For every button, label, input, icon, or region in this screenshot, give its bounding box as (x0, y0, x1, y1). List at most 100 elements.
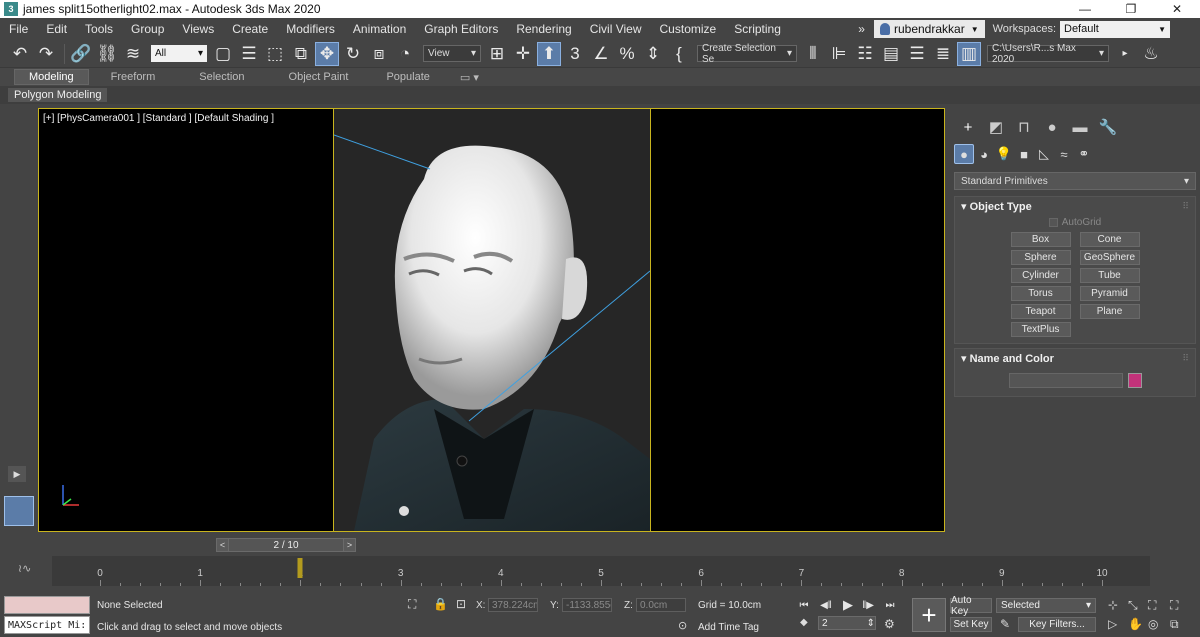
pivot-center-icon[interactable]: ⊞ (485, 42, 509, 66)
maxscript-mini-listener[interactable]: MAXScript Mi: (4, 616, 90, 634)
menu-edit[interactable]: Edit (37, 18, 76, 40)
absolute-mode-icon[interactable]: ⊡ (456, 597, 466, 611)
box-button[interactable]: Box (1010, 232, 1071, 247)
time-slider-next-icon[interactable]: > (343, 538, 356, 552)
time-tag-icon[interactable]: ⊙ (678, 619, 687, 632)
menu-customize[interactable]: Customize (651, 18, 726, 40)
zoom-all-icon[interactable]: ⤡ (1128, 598, 1138, 613)
maxscript-listener-output[interactable] (4, 596, 90, 614)
menu-animation[interactable]: Animation (344, 18, 415, 40)
zoom-extents-icon[interactable]: ⛶ (1148, 598, 1156, 613)
geosphere-button[interactable]: GeoSphere (1079, 250, 1140, 265)
key-mode-select[interactable]: Selected ▾ (996, 598, 1096, 613)
next-frame-icon[interactable]: ‖▶ (860, 598, 876, 612)
ribbon-tab-modeling[interactable]: Modeling (14, 69, 89, 85)
key-filter-icon[interactable]: ✎ (1000, 617, 1010, 631)
geometry-icon[interactable]: ● (954, 144, 974, 164)
teapot-render-icon[interactable]: ♨ (1139, 42, 1163, 66)
select-by-name-icon[interactable]: ☰ (237, 42, 261, 66)
name-and-color-header[interactable]: ▾ Name and Color ⠿ (955, 349, 1195, 367)
key-mode-toggle-icon[interactable]: ◆ (800, 617, 808, 628)
pan-view-icon[interactable]: ✋ (1128, 617, 1143, 631)
selection-lock-icon[interactable]: 🔒 (433, 597, 448, 611)
pyramid-button[interactable]: Pyramid (1079, 286, 1140, 301)
viewport-label[interactable]: [+] [PhysCamera001 ] [Standard ] [Defaul… (43, 113, 274, 124)
maximize-viewport-icon[interactable]: ⧉ (1170, 617, 1179, 632)
track-bar[interactable]: 012345678910 (52, 556, 1150, 586)
mirror-icon[interactable]: ⫴ (801, 42, 825, 66)
close-icon[interactable]: ✕ (1154, 0, 1200, 18)
create-tab-icon[interactable]: + (954, 116, 982, 138)
select-manipulate-icon[interactable]: ✛ (511, 42, 535, 66)
display-tab-icon[interactable]: ▬ (1066, 116, 1094, 138)
shapes-icon[interactable]: ◕ (974, 144, 994, 164)
menu-rendering[interactable]: Rendering (507, 18, 580, 40)
workspace-select[interactable]: Default ▼ (1060, 20, 1170, 38)
keyboard-shortcut-override-icon[interactable]: ⬆ (537, 41, 561, 66)
project-path-select[interactable]: C:\Users\R...s Max 2020 ▾ (987, 43, 1109, 65)
go-to-start-icon[interactable]: ⏮ (796, 598, 812, 612)
angle-snap-icon[interactable]: ∠ (589, 42, 613, 66)
ribbon-toggle-icon[interactable]: ☰ (905, 42, 929, 66)
menu-overflow-icon[interactable]: » (849, 18, 874, 40)
expand-layout-icon[interactable]: ▶ (8, 466, 26, 482)
z-coordinate-field[interactable]: 0.0cm (636, 598, 686, 612)
object-type-header[interactable]: ▾ Object Type ⠿ (955, 197, 1195, 215)
teapot-button[interactable]: Teapot (1010, 304, 1071, 319)
align-icon[interactable]: ⊫ (827, 42, 851, 66)
menu-modifiers[interactable]: Modifiers (277, 18, 344, 40)
select-and-scale-icon[interactable]: ⧈ (367, 42, 391, 66)
textplus-button[interactable]: TextPlus (1010, 322, 1071, 337)
edit-named-selection-icon[interactable]: { (667, 42, 691, 66)
ribbon-options-icon[interactable]: ▭ ▾ (446, 69, 493, 85)
utilities-tab-icon[interactable]: 🔧 (1094, 116, 1122, 138)
select-and-move-icon[interactable]: ✥ (315, 41, 339, 66)
menu-graph-editors[interactable]: Graph Editors (415, 18, 507, 40)
set-key-button[interactable]: Set Key (950, 617, 992, 632)
primitive-category-select[interactable]: Standard Primitives ▾ (954, 172, 1196, 190)
motion-tab-icon[interactable]: ● (1038, 116, 1066, 138)
toolbar-overflow-icon[interactable]: ▸ (1113, 42, 1137, 66)
field-of-view-icon[interactable]: ▷ (1108, 617, 1117, 631)
key-filters-button[interactable]: Key Filters... (1018, 617, 1096, 632)
curve-editor-icon[interactable]: ≀∿ (18, 562, 31, 575)
minimize-icon[interactable]: — (1062, 0, 1108, 18)
project-folder-icon[interactable]: ▥ (957, 41, 981, 66)
time-slider-prev-icon[interactable]: < (216, 538, 229, 552)
restore-icon[interactable]: ❐ (1108, 0, 1154, 18)
menu-tools[interactable]: Tools (76, 18, 122, 40)
menu-file[interactable]: File (0, 18, 37, 40)
unlink-icon[interactable]: ⛓ (95, 42, 119, 66)
zoom-extents-all-icon[interactable]: ⛶ (1170, 598, 1178, 613)
select-and-rotate-icon[interactable]: ↻ (341, 42, 365, 66)
menu-civil-view[interactable]: Civil View (581, 18, 651, 40)
select-and-place-icon[interactable]: ◔ (393, 42, 417, 66)
camera-viewport[interactable]: [+] [PhysCamera001 ] [Standard ] [Defaul… (38, 108, 945, 532)
time-configuration-icon[interactable]: ⚙ (884, 617, 895, 631)
cone-button[interactable]: Cone (1079, 232, 1140, 247)
selection-filter-select[interactable]: All ▾ (151, 45, 207, 62)
cylinder-button[interactable]: Cylinder (1010, 268, 1071, 283)
current-frame-field[interactable]: 2 ⇕ (818, 616, 876, 630)
polygon-modeling-panel[interactable]: Polygon Modeling (8, 88, 108, 102)
hierarchy-tab-icon[interactable]: ⊓ (1010, 116, 1038, 138)
layer-manager-icon[interactable]: ≣ (931, 42, 955, 66)
sphere-button[interactable]: Sphere (1010, 250, 1071, 265)
plane-button[interactable]: Plane (1079, 304, 1140, 319)
bind-spacewarp-icon[interactable]: ≋ (121, 42, 145, 66)
set-keys-icon[interactable]: + (912, 598, 946, 632)
torus-button[interactable]: Torus (1010, 286, 1071, 301)
undo-icon[interactable]: ↶ (8, 42, 32, 66)
orbit-icon[interactable]: ◎ (1148, 617, 1158, 631)
object-color-swatch[interactable] (1127, 373, 1142, 388)
object-name-input[interactable] (1008, 373, 1123, 388)
scene-explorer-icon[interactable]: ▤ (879, 42, 903, 66)
rectangular-selection-icon[interactable]: ⬚ (263, 42, 287, 66)
add-time-tag[interactable]: Add Time Tag (698, 622, 759, 633)
user-account-dropdown[interactable]: rubendrakkar ▼ (873, 20, 985, 38)
play-icon[interactable]: ▶ (840, 597, 856, 612)
modify-tab-icon[interactable]: ◩ (982, 116, 1010, 138)
menu-group[interactable]: Group (122, 18, 173, 40)
layer-explorer-icon[interactable]: ☷ (853, 42, 877, 66)
systems-icon[interactable]: ⚭ (1074, 144, 1094, 164)
